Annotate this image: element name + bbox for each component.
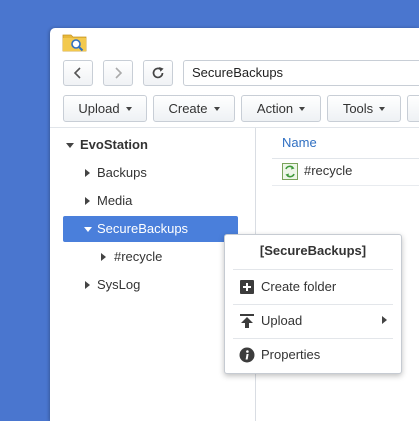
expand-right-icon (85, 197, 90, 205)
tree-node-label: #recycle (114, 249, 163, 264)
title-bar[interactable] (50, 28, 419, 54)
action-menu-button[interactable]: Action (241, 95, 321, 122)
forward-button[interactable] (103, 60, 133, 86)
upload-menu-label: Upload (78, 101, 120, 116)
expand-down-icon (84, 227, 92, 232)
tree-node-label: SysLog (97, 277, 141, 292)
file-row[interactable]: #recycle (272, 159, 419, 186)
tree-node-recycle[interactable]: #recycle (63, 245, 238, 269)
refresh-icon (152, 67, 164, 79)
tree-node-label: Backups (97, 165, 147, 180)
tree-node-label: EvoStation (80, 137, 148, 152)
create-menu-button[interactable]: Create (153, 95, 235, 122)
column-header-row: Name (272, 128, 419, 159)
toolbar: Upload Create Action Tools (50, 95, 419, 125)
add-folder-icon (240, 280, 254, 294)
create-menu-label: Create (168, 101, 208, 116)
menu-item-create-folder[interactable]: Create folder (233, 271, 393, 303)
tree-node-securebackups[interactable]: SecureBackups (63, 216, 238, 242)
file-station-app-icon (62, 34, 87, 52)
path-input[interactable]: SecureBackups (183, 60, 419, 86)
tree-node-root[interactable]: EvoStation (58, 133, 248, 157)
caret-down-icon (299, 106, 306, 111)
refresh-button[interactable] (143, 60, 173, 86)
context-menu: [SecureBackups] Create folder Upload Pro… (224, 234, 402, 374)
recycle-folder-icon (282, 163, 298, 180)
tree-node-label: SecureBackups (97, 221, 189, 236)
caret-down-icon (213, 106, 220, 111)
back-button[interactable] (63, 60, 93, 86)
navigation-bar: SecureBackups (50, 60, 419, 90)
menu-item-label: Properties (261, 347, 321, 362)
upload-icon (240, 314, 254, 328)
menu-separator (233, 269, 393, 270)
action-menu-label: Action (256, 101, 294, 116)
chevron-right-icon (115, 67, 123, 79)
file-name: #recycle (304, 163, 353, 178)
expand-right-icon (85, 169, 90, 177)
tools-menu-button[interactable]: Tools (327, 95, 401, 122)
caret-down-icon (379, 106, 386, 111)
overflow-toolbar-button[interactable] (407, 95, 419, 122)
context-menu-title: [SecureBackups] (259, 243, 367, 258)
tree-node-media[interactable]: Media (63, 189, 238, 213)
upload-menu-button[interactable]: Upload (63, 95, 147, 122)
chevron-left-icon (73, 67, 81, 79)
column-header-name[interactable]: Name (282, 135, 317, 150)
tree-node-label: Media (97, 193, 133, 208)
caret-down-icon (125, 106, 132, 111)
menu-item-label: Create folder (261, 279, 337, 294)
expand-right-icon (85, 281, 90, 289)
menu-item-label: Upload (261, 313, 303, 328)
info-icon (239, 347, 255, 363)
menu-item-properties[interactable]: Properties (233, 339, 393, 371)
tree-node-backups[interactable]: Backups (63, 161, 238, 185)
tree-node-syslog[interactable]: SysLog (63, 273, 238, 297)
menu-item-upload[interactable]: Upload (233, 305, 393, 337)
submenu-arrow-icon (382, 316, 387, 324)
expand-right-icon (101, 253, 106, 261)
tools-menu-label: Tools (342, 101, 374, 116)
expand-down-icon (66, 143, 74, 148)
